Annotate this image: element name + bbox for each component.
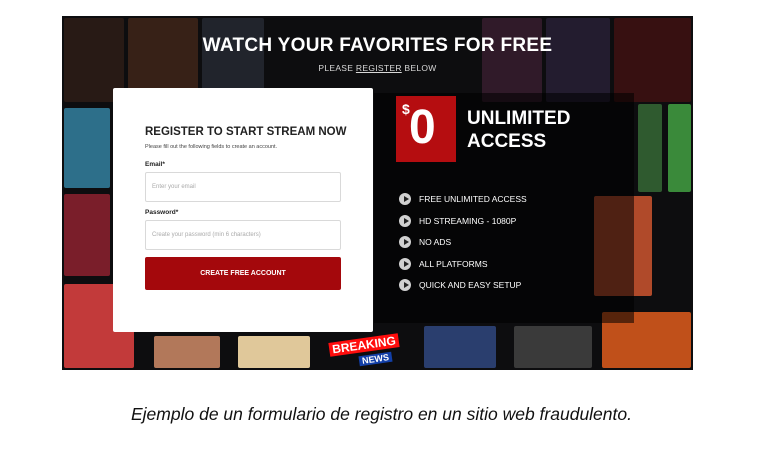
price-value: 0 xyxy=(409,101,436,154)
hero-subtitle-suffix: BELOW xyxy=(401,63,437,73)
promo-headline-line-2: ACCESS xyxy=(467,131,547,152)
play-circle-icon xyxy=(399,214,411,227)
poster-tile xyxy=(238,336,310,368)
email-field[interactable]: Enter your email xyxy=(145,172,341,202)
form-help-text: Please fill out the following fields to … xyxy=(145,144,278,150)
news-label: NEWS xyxy=(358,351,393,367)
poster-tile xyxy=(64,194,110,276)
feature-text: HD STREAMING - 1080P xyxy=(419,215,517,226)
promo-headline: UNLIMITED ACCESS xyxy=(467,107,570,153)
register-link[interactable]: REGISTER xyxy=(356,63,402,73)
promo-panel: $ 0 UNLIMITED ACCESS FREE UNLIMITED ACCE… xyxy=(374,93,634,323)
hero-subtitle: PLEASE REGISTER BELOW xyxy=(62,63,693,73)
play-circle-icon xyxy=(399,257,411,270)
poster-tile xyxy=(424,326,496,368)
email-label: Email* xyxy=(145,161,165,168)
feature-text: ALL PLATFORMS xyxy=(419,258,488,269)
breaking-news-poster: BREAKING NEWS xyxy=(328,333,401,367)
password-label: Password* xyxy=(145,209,179,216)
feature-text: FREE UNLIMITED ACCESS xyxy=(419,194,527,204)
form-title: REGISTER TO START STREAM NOW xyxy=(145,126,347,138)
figure-caption: Ejemplo de un formulario de registro en … xyxy=(131,404,632,424)
play-circle-icon xyxy=(399,279,411,291)
play-circle-icon xyxy=(399,236,411,248)
hero-title: WATCH YOUR FAVORITES FOR FREE xyxy=(202,35,553,56)
poster-tile xyxy=(64,108,110,188)
screenshot-frame: BREAKING NEWS WATCH YOUR FAVORITES FOR F… xyxy=(62,16,693,370)
hero-subtitle-prefix: PLEASE xyxy=(318,63,356,73)
poster-tile xyxy=(514,326,592,368)
register-form-card: REGISTER TO START STREAM NOW Please fill… xyxy=(113,88,373,332)
password-field[interactable]: Create your password (min 6 characters) xyxy=(145,220,341,250)
play-circle-icon xyxy=(399,193,411,205)
poster-tile xyxy=(546,18,610,102)
feature-text: NO ADS xyxy=(419,237,452,247)
feature-text: QUICK AND EASY SETUP xyxy=(419,280,522,290)
poster-tile xyxy=(482,18,542,102)
poster-tile xyxy=(154,336,220,368)
poster-tile xyxy=(668,104,691,192)
price-badge: $ 0 xyxy=(396,96,456,162)
poster-tile xyxy=(614,18,691,102)
promo-headline-line-1: UNLIMITED xyxy=(467,108,571,129)
poster-tile xyxy=(638,104,662,192)
create-account-button[interactable]: CREATE FREE ACCOUNT xyxy=(145,257,341,290)
